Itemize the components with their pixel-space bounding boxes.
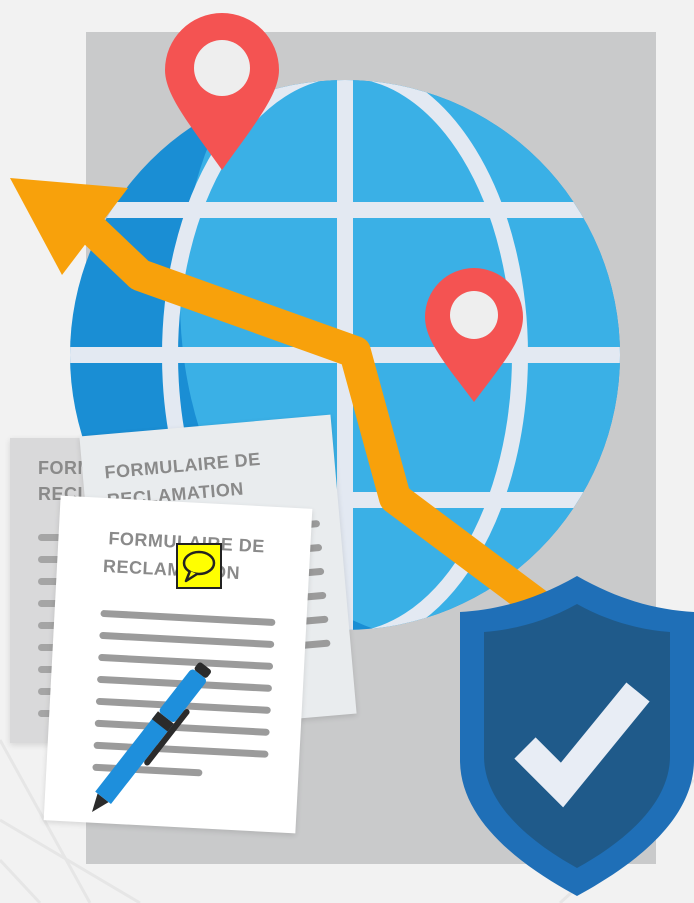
trend-arrow-icon [10, 178, 575, 638]
map-pin-icon [165, 13, 279, 170]
pen-icon [92, 662, 211, 812]
map-pin-icon [425, 268, 523, 402]
shield-check-icon [460, 576, 694, 896]
overlay-graphics [10, 13, 694, 896]
